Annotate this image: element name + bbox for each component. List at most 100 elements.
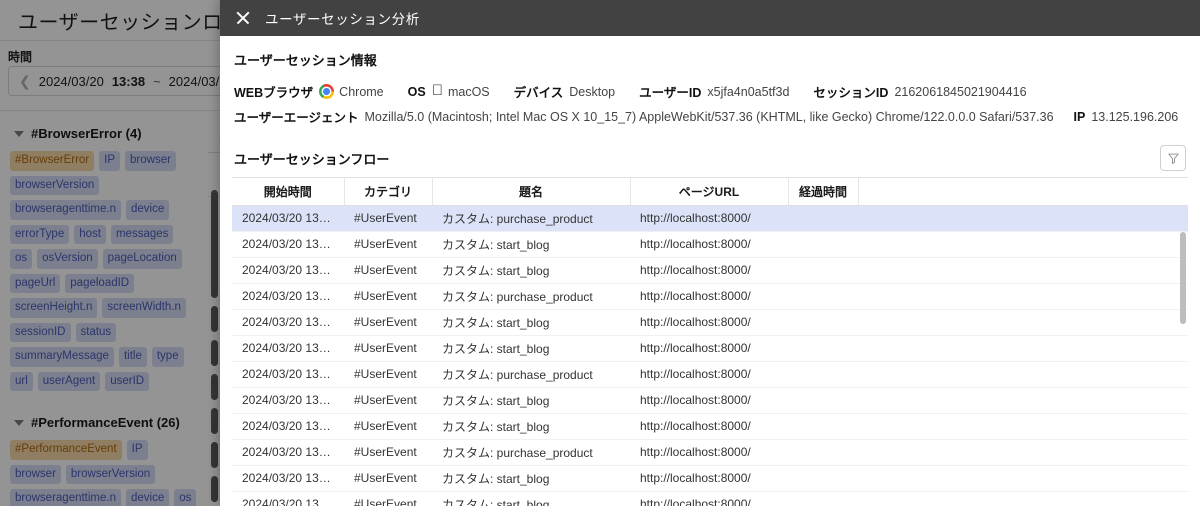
session-field-useragent: ユーザーエージェント Mozilla/5.0 (Macintosh; Intel… (234, 107, 1054, 126)
session-field-key: セッションID (802, 86, 888, 100)
table-cell: 2024/03/20 13:52:05 (232, 309, 344, 336)
table-cell: 2024/03/20 13:52:10 (232, 491, 344, 506)
session-field-value: x5jfa4n0a5tf3d (696, 84, 789, 99)
table-cell (788, 387, 858, 414)
column-header-elapsed-time[interactable]: 経過時間 (788, 178, 859, 206)
filter-button[interactable] (1160, 145, 1186, 171)
session-field-value: Mozilla/5.0 (Macintosh; Intel Mac OS X 1… (364, 109, 1054, 124)
table-cell: http://localhost:8000/ (630, 361, 788, 388)
modal-title: ユーザーセッション分析 (265, 12, 420, 27)
session-field-session-id: セッションID 2162061845021904416 (813, 82, 1026, 101)
table-cell (788, 257, 858, 284)
table-cell: http://localhost:8000/ (630, 283, 788, 310)
table-cell: #UserEvent (344, 413, 432, 440)
table-cell: #UserEvent (344, 465, 432, 492)
table-cell: #UserEvent (344, 387, 432, 414)
table-cell: 2024/03/20 13:52:09 (232, 465, 344, 492)
table-cell: http://localhost:8000/ (630, 491, 788, 506)
table-cell (858, 491, 1188, 506)
close-icon[interactable] (235, 10, 251, 26)
session-flow-table-wrap: 開始時間 カテゴリ 題名 ページURL 経過時間 2024/03/20 13:5… (232, 177, 1188, 506)
table-header-row: 開始時間 カテゴリ 題名 ページURL 経過時間 (232, 178, 1188, 206)
table-cell: #UserEvent (344, 439, 432, 466)
column-header-title[interactable]: 題名 (432, 178, 631, 206)
table-cell: #UserEvent (344, 361, 432, 388)
table-cell: #UserEvent (344, 491, 432, 506)
table-cell (858, 439, 1188, 466)
table-cell: カスタム: start_blog (432, 309, 630, 336)
table-scrollbar-thumb[interactable] (1180, 232, 1186, 324)
table-cell: 2024/03/20 13:52:02 (232, 205, 344, 232)
session-flow-header: ユーザーセッションフロー (232, 129, 1188, 177)
table-cell (858, 205, 1188, 232)
table-cell: 2024/03/20 13:52:08 (232, 413, 344, 440)
table-head: 開始時間 カテゴリ 題名 ページURL 経過時間 (232, 178, 1188, 206)
table-cell: http://localhost:8000/ (630, 439, 788, 466)
session-field-os: OS  macOS (407, 83, 490, 99)
session-useragent-row: ユーザーエージェント Mozilla/5.0 (Macintosh; Intel… (232, 104, 1188, 129)
modal-body: ユーザーセッション情報 WEBブラウザ Chrome OS  macOS デバ… (220, 36, 1200, 506)
table-cell: 2024/03/20 13:52:04 (232, 257, 344, 284)
table-cell: 2024/03/20 13:52:04 (232, 283, 344, 310)
table-cell (858, 231, 1188, 258)
table-cell (858, 465, 1188, 492)
session-field-value: macOS (436, 84, 490, 99)
session-info-title: ユーザーセッション情報 (234, 53, 377, 68)
table-cell (788, 413, 858, 440)
table-cell: カスタム: start_blog (432, 491, 630, 506)
session-field-key: IP (1073, 109, 1086, 124)
table-cell: カスタム: purchase_product (432, 361, 630, 388)
app-root: ユーザーセッションログ検索 時間 ❮ 2024/03/20 13:38 ~ 20… (0, 0, 1200, 506)
session-field-key: WEBブラウザ (234, 86, 314, 100)
table-cell: カスタム: start_blog (432, 465, 630, 492)
apple-icon:  (432, 83, 443, 98)
table-cell (788, 465, 858, 492)
table-cell: #UserEvent (344, 283, 432, 310)
table-cell: 2024/03/20 13:52:08 (232, 439, 344, 466)
table-cell: http://localhost:8000/ (630, 231, 788, 258)
session-field-user-id: ユーザーID x5jfa4n0a5tf3d (639, 82, 789, 101)
table-body: 2024/03/20 13:52:02 #UserEvent カスタム: purch… (232, 205, 1188, 506)
column-header-page-url[interactable]: ページURL (630, 178, 789, 206)
table-cell: 2024/03/20 13:52:06 (232, 335, 344, 362)
table-row[interactable]: 2024/03/20 13:52:09 #UserEvent カスタム: start… (232, 465, 1188, 492)
table-row[interactable]: 2024/03/20 13:52:10 #UserEvent カスタム: start… (232, 491, 1188, 506)
table-cell: カスタム: start_blog (432, 335, 630, 362)
table-row[interactable]: 2024/03/20 13:52:03 #UserEvent カスタム: start… (232, 231, 1188, 258)
table-cell (858, 413, 1188, 440)
table-cell: http://localhost:8000/ (630, 257, 788, 284)
table-cell: カスタム: start_blog (432, 257, 630, 284)
table-cell (858, 361, 1188, 388)
session-field-ip: IP 13.125.196.206 (1074, 110, 1179, 124)
session-field-value: Chrome (339, 84, 384, 99)
session-field-key: OS (407, 84, 426, 99)
table-row[interactable]: 2024/03/20 13:52:04 #UserEvent カスタム: purch… (232, 283, 1188, 310)
table-cell (788, 439, 858, 466)
table-row[interactable]: 2024/03/20 13:52:08 #UserEvent カスタム: purch… (232, 439, 1188, 466)
table-cell (788, 205, 858, 232)
table-row[interactable]: 2024/03/20 13:52:02 #UserEvent カスタム: purch… (232, 205, 1188, 232)
table-cell: 2024/03/20 13:52:07 (232, 387, 344, 414)
table-cell (858, 387, 1188, 414)
table-cell (858, 335, 1188, 362)
table-cell: #UserEvent (344, 257, 432, 284)
table-cell (858, 257, 1188, 284)
session-field-device: デバイス Desktop (514, 82, 616, 101)
table-cell: http://localhost:8000/ (630, 387, 788, 414)
table-cell (858, 309, 1188, 336)
column-header-category[interactable]: カテゴリ (344, 178, 433, 206)
table-row[interactable]: 2024/03/20 13:52:04 #UserEvent カスタム: start… (232, 257, 1188, 284)
column-header-start-time[interactable]: 開始時間 (232, 178, 345, 206)
table-row[interactable]: 2024/03/20 13:52:06 #UserEvent カスタム: start… (232, 335, 1188, 362)
session-field-key: ユーザーID (627, 86, 701, 100)
column-header-spacer (858, 178, 1188, 206)
table-cell: http://localhost:8000/ (630, 465, 788, 492)
table-cell (788, 283, 858, 310)
table-row[interactable]: 2024/03/20 13:52:05 #UserEvent カスタム: start… (232, 309, 1188, 336)
session-field-browser: WEBブラウザ Chrome (234, 82, 384, 101)
session-flow-title: ユーザーセッションフロー (234, 151, 390, 167)
session-field-key: デバイス (502, 86, 564, 100)
table-row[interactable]: 2024/03/20 13:52:08 #UserEvent カスタム: start… (232, 413, 1188, 440)
table-row[interactable]: 2024/03/20 13:52:07 #UserEvent カスタム: start… (232, 387, 1188, 414)
table-row[interactable]: 2024/03/20 13:52:06 #UserEvent カスタム: purch… (232, 361, 1188, 388)
